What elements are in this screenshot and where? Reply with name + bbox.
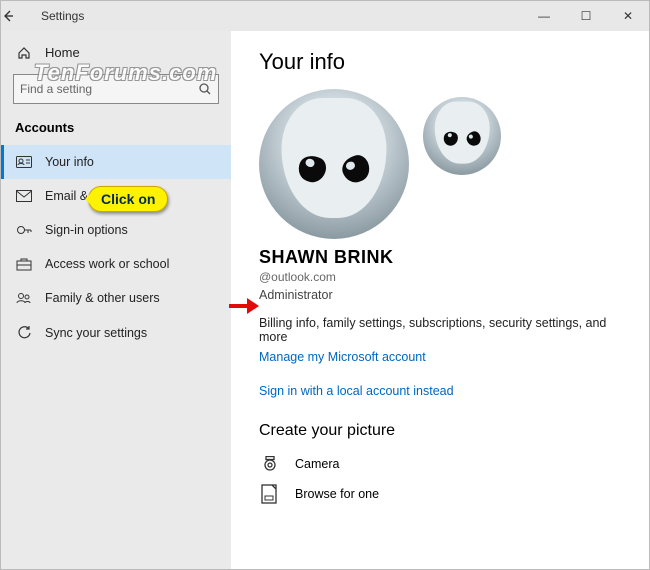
search-icon — [198, 82, 212, 96]
nav-access-work[interactable]: Access work or school — [1, 247, 231, 281]
nav-sync-settings[interactable]: Sync your settings — [1, 315, 231, 350]
user-role: Administrator — [259, 288, 631, 302]
local-account-link[interactable]: Sign in with a local account instead — [259, 384, 454, 398]
sync-icon — [15, 325, 33, 340]
maximize-button[interactable]: ☐ — [565, 1, 607, 31]
home-icon — [15, 46, 33, 60]
avatar-small[interactable] — [423, 97, 501, 175]
nav-label: Sync your settings — [45, 326, 147, 340]
nav-your-info[interactable]: Your info — [1, 145, 231, 179]
browse-label: Browse for one — [295, 487, 379, 501]
nav-family-users[interactable]: Family & other users — [1, 281, 231, 315]
camera-row[interactable]: Camera — [259, 450, 631, 478]
camera-label: Camera — [295, 457, 339, 471]
settings-window: Settings — ☐ ✕ Home Find a setting Accou… — [0, 0, 650, 570]
main-content: Your info SHAWN BRINK @outlook.com Admin… — [231, 31, 649, 569]
nav-label: Your info — [45, 155, 94, 169]
billing-description: Billing info, family settings, subscript… — [259, 316, 631, 344]
search-input[interactable]: Find a setting — [13, 74, 219, 104]
nav-label: Access work or school — [45, 257, 169, 271]
mail-icon — [15, 190, 33, 202]
nav-signin-options[interactable]: Sign-in options — [1, 213, 231, 247]
titlebar: Settings — ☐ ✕ — [1, 1, 649, 31]
annotation-callout: Click on — [88, 186, 168, 212]
page-title: Your info — [259, 49, 631, 75]
avatar-large[interactable] — [259, 89, 409, 239]
back-arrow-icon — [1, 9, 15, 23]
nav-label: Family & other users — [45, 291, 160, 305]
back-button[interactable] — [1, 9, 31, 23]
home-nav[interactable]: Home — [1, 39, 231, 66]
close-button[interactable]: ✕ — [607, 1, 649, 31]
browse-row[interactable]: Browse for one — [259, 478, 631, 510]
home-label: Home — [45, 45, 80, 60]
sidebar: Home Find a setting Accounts Your info E… — [1, 31, 231, 569]
create-picture-heading: Create your picture — [259, 422, 631, 440]
search-placeholder: Find a setting — [20, 82, 198, 96]
avatar-row — [259, 89, 631, 239]
nav-label: Sign-in options — [45, 223, 128, 237]
user-email: @outlook.com — [259, 270, 631, 284]
user-name: SHAWN BRINK — [259, 247, 631, 268]
briefcase-icon — [15, 257, 33, 271]
window-title: Settings — [31, 9, 84, 23]
section-heading: Accounts — [1, 116, 231, 145]
manage-account-link[interactable]: Manage my Microsoft account — [259, 350, 426, 364]
key-icon — [15, 223, 33, 237]
camera-icon — [259, 456, 281, 472]
people-icon — [15, 291, 33, 305]
person-card-icon — [15, 155, 33, 169]
minimize-button[interactable]: — — [523, 1, 565, 31]
browse-icon — [259, 484, 281, 504]
